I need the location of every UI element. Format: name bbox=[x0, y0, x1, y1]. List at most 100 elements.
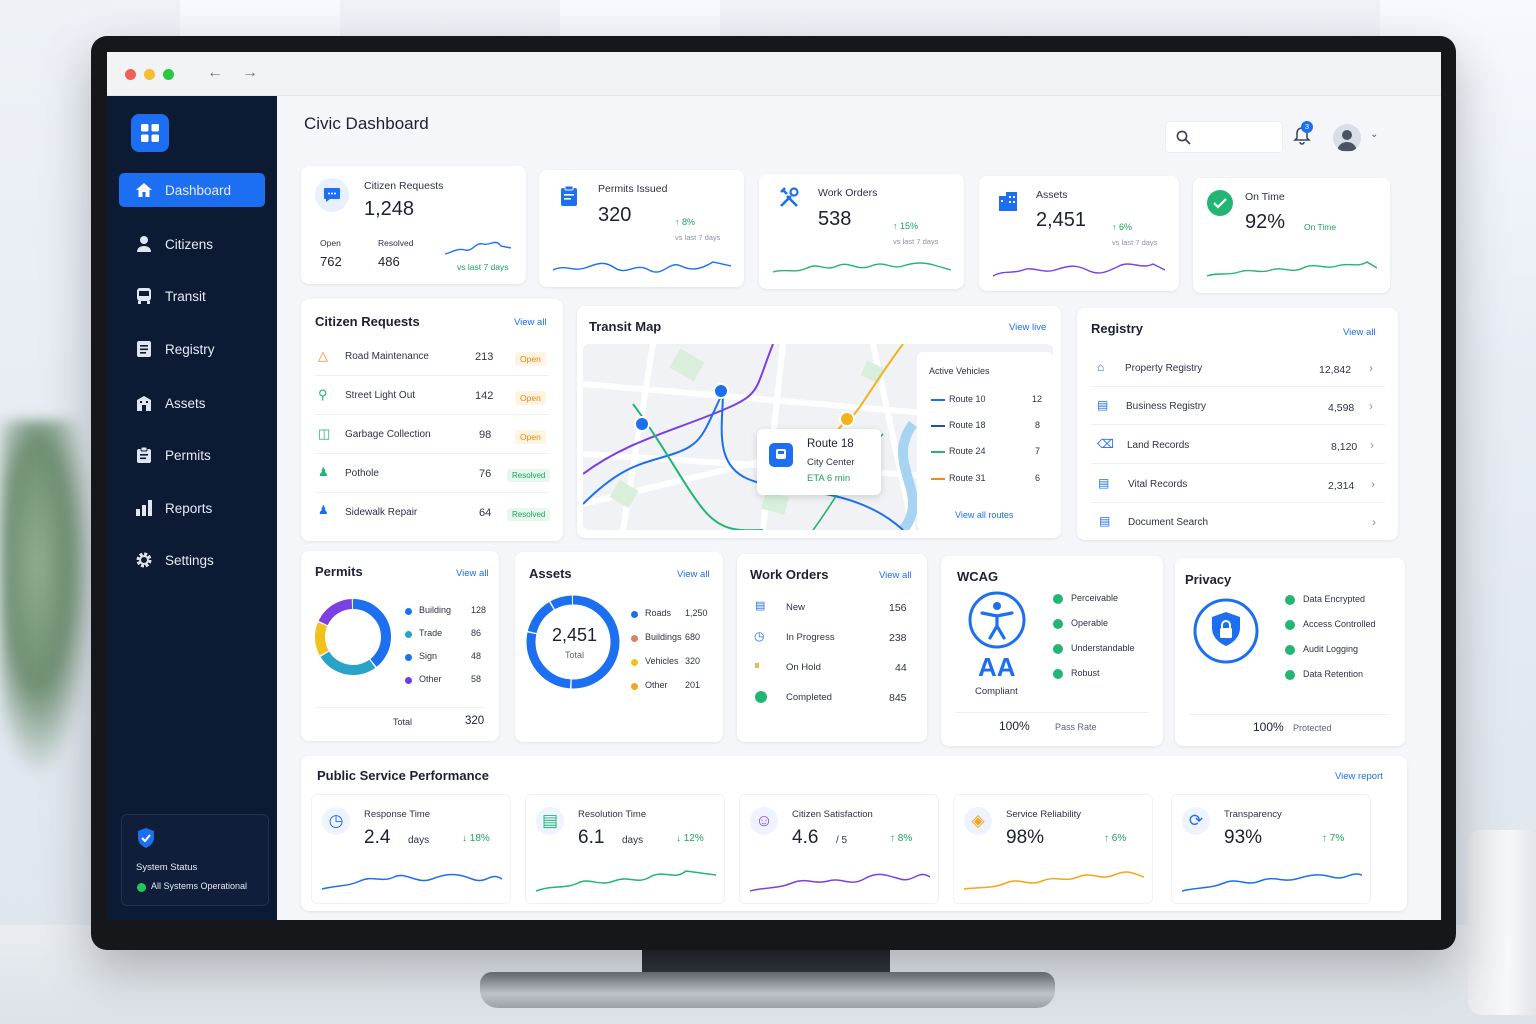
system-status-panel: System Status All Systems Operational bbox=[121, 814, 269, 906]
sidebar-item-citizens[interactable]: Citizens bbox=[119, 227, 265, 261]
check-item-label: Data Retention bbox=[1303, 669, 1364, 679]
metric-value: 2.4 bbox=[364, 827, 391, 848]
route-name[interactable]: Route 10 bbox=[949, 394, 986, 404]
kpi-note: vs last 7 days bbox=[675, 233, 721, 242]
sparkline bbox=[553, 261, 731, 273]
legend-value: 201 bbox=[685, 680, 701, 690]
transit-map[interactable]: Route 18 City Center ETA 6 min Active Ve… bbox=[583, 344, 1053, 530]
notification-bell-button[interactable]: 3 bbox=[1293, 121, 1313, 148]
permits-donut-chart bbox=[315, 599, 391, 675]
kpi-title: Citizen Requests bbox=[364, 180, 444, 192]
chevron-down-icon[interactable]: ⌄ bbox=[1370, 129, 1378, 140]
sidebar-item-reports[interactable]: Reports bbox=[119, 491, 265, 525]
check-item-label: Access Controlled bbox=[1303, 619, 1376, 629]
route-name[interactable]: Route 31 bbox=[949, 473, 986, 483]
bus-marker-icon[interactable] bbox=[634, 416, 650, 432]
work-order-count: 156 bbox=[889, 602, 907, 614]
minimize-window-button[interactable] bbox=[144, 69, 155, 80]
forward-arrow-icon[interactable]: → bbox=[242, 64, 258, 82]
sidebar-item-transit[interactable]: Transit bbox=[119, 279, 265, 313]
view-all-link[interactable]: View all bbox=[677, 569, 710, 580]
accessibility-icon bbox=[968, 591, 1026, 649]
active-vehicles-title: Active Vehicles bbox=[929, 366, 990, 376]
sidebar-item-settings[interactable]: Settings bbox=[119, 543, 265, 577]
route-name[interactable]: Route 24 bbox=[949, 446, 986, 456]
performance-metric-card[interactable]: ◷ Response Time 2.4 days ↓ 18% bbox=[311, 794, 511, 904]
kpi-card-permits-issued[interactable]: Permits Issued 320 ↑ 8% vs last 7 days bbox=[539, 170, 744, 287]
view-live-link[interactable]: View live bbox=[1009, 322, 1046, 333]
route-popup[interactable]: Route 18 City Center ETA 6 min bbox=[757, 429, 881, 495]
kpi-resolved-value: 486 bbox=[378, 254, 400, 269]
registry-name: Vital Records bbox=[1128, 479, 1188, 490]
land-records-icon: ⌫ bbox=[1097, 437, 1114, 451]
sidebar-item-label: Permits bbox=[165, 447, 211, 463]
sidebar-item-registry[interactable]: Registry bbox=[119, 332, 265, 366]
legend-swatch bbox=[631, 635, 638, 642]
app-logo-icon[interactable] bbox=[131, 114, 169, 152]
sparkline-path bbox=[750, 873, 930, 892]
kpi-title: Assets bbox=[1036, 189, 1068, 201]
system-status-text: All Systems Operational bbox=[151, 881, 248, 891]
view-all-link[interactable]: View all bbox=[456, 568, 489, 579]
metric-title: Response Time bbox=[364, 809, 431, 820]
close-window-button[interactable] bbox=[125, 69, 136, 80]
bus-marker-icon[interactable] bbox=[839, 411, 855, 427]
legend-label: Trade bbox=[419, 628, 443, 638]
permits-panel: Permits View all Building 128 Trade 86 Sign 4… bbox=[301, 551, 499, 741]
metric-change: ↑ 8% bbox=[890, 833, 912, 844]
kpi-card-work-orders[interactable]: Work Orders 538 ↑ 15% vs last 7 days bbox=[759, 174, 964, 289]
request-count: 76 bbox=[479, 468, 492, 480]
check-item-label: Operable bbox=[1071, 618, 1109, 628]
shield-badge-icon: ◈ bbox=[964, 807, 992, 835]
maximize-window-button[interactable] bbox=[163, 69, 174, 80]
view-all-link[interactable]: View all bbox=[1343, 327, 1376, 338]
view-all-routes-link[interactable]: View all routes bbox=[955, 510, 1013, 520]
legend-value: 128 bbox=[471, 605, 487, 615]
search-input[interactable] bbox=[1165, 121, 1283, 153]
legend-swatch bbox=[405, 608, 412, 615]
wcag-level: AA bbox=[978, 652, 1016, 682]
sidebar-item-assets[interactable]: Assets bbox=[119, 386, 265, 420]
check-circle-icon bbox=[1053, 594, 1063, 604]
performance-metric-card[interactable]: ◈ Service Reliability 98% ↑ 6% bbox=[953, 794, 1153, 904]
metric-change: ↑ 7% bbox=[1322, 833, 1344, 844]
bus-marker-icon[interactable] bbox=[713, 383, 729, 399]
sparkline bbox=[445, 241, 511, 255]
metric-change: ↓ 12% bbox=[676, 833, 704, 844]
sparkline bbox=[993, 263, 1165, 277]
kpi-card-on-time[interactable]: On Time 92% On Time bbox=[1193, 178, 1390, 293]
view-all-link[interactable]: View all bbox=[879, 570, 912, 581]
sidebar-item-dashboard[interactable]: Dashboard bbox=[119, 173, 265, 207]
legend-label: Other bbox=[419, 674, 442, 684]
metric-change-value: 18% bbox=[469, 833, 490, 844]
back-arrow-icon[interactable]: ← bbox=[207, 64, 223, 82]
refresh-icon: ⟳ bbox=[1182, 807, 1210, 835]
business-document-icon: ▤ bbox=[1097, 398, 1109, 412]
performance-panel: Public Service Performance View report ◷… bbox=[301, 756, 1407, 911]
view-all-link[interactable]: View all bbox=[514, 317, 547, 328]
kpi-card-assets[interactable]: Assets 2,451 ↑ 6% vs last 7 days bbox=[979, 176, 1179, 291]
home-icon: ⌂ bbox=[1097, 360, 1105, 374]
sparkline-path bbox=[1182, 873, 1362, 892]
pause-icon: ⏸ bbox=[754, 658, 761, 672]
kpi-title: Permits Issued bbox=[598, 183, 668, 195]
performance-metric-card[interactable]: ⟳ Transparency 93% ↑ 7% bbox=[1171, 794, 1371, 904]
request-name: Street Light Out bbox=[345, 390, 416, 401]
performance-metric-card[interactable]: ☺ Citizen Satisfaction 4.6 / 5 ↑ 8% bbox=[739, 794, 939, 904]
avatar[interactable] bbox=[1333, 124, 1361, 152]
status-badge: Open bbox=[515, 352, 546, 366]
bus-icon bbox=[769, 443, 793, 467]
kpi-card-citizen-requests[interactable]: Citizen Requests 1,248 Open 762 Resolved… bbox=[301, 166, 526, 284]
sidebar-item-permits[interactable]: Permits bbox=[119, 438, 265, 472]
check-circle-icon bbox=[755, 691, 767, 703]
view-report-link[interactable]: View report bbox=[1335, 771, 1383, 782]
route-color-swatch bbox=[931, 425, 945, 427]
trash-icon: ◫ bbox=[318, 426, 331, 441]
performance-metric-card[interactable]: ▤ Resolution Time 6.1 days ↓ 12% bbox=[525, 794, 725, 904]
route-name[interactable]: Route 18 bbox=[949, 420, 986, 430]
sparkline bbox=[536, 870, 716, 892]
legend-label: Buildings bbox=[645, 632, 682, 642]
request-name: Garbage Collection bbox=[345, 429, 431, 440]
metric-value: 93% bbox=[1224, 827, 1263, 848]
metric-change-value: 8% bbox=[897, 833, 913, 844]
